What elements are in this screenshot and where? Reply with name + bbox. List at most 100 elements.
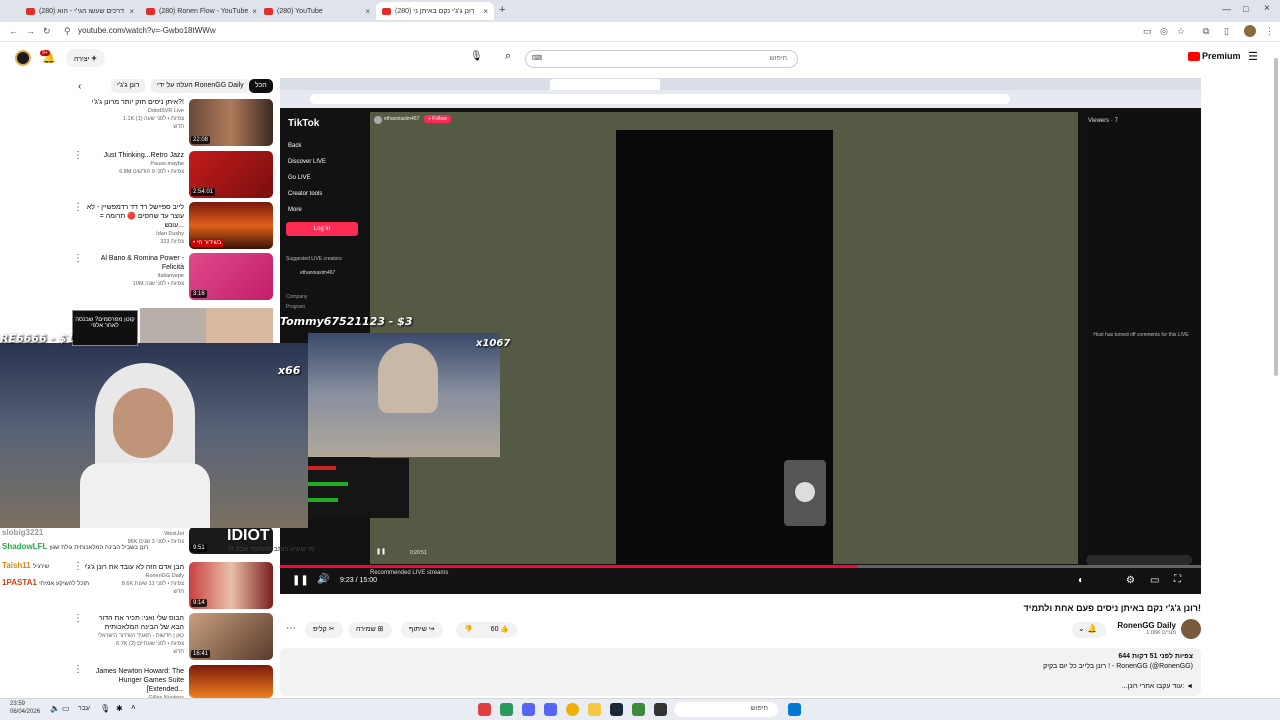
reload-icon[interactable]: ↻ — [43, 26, 51, 37]
youtube-logo-icon[interactable] — [1188, 52, 1200, 61]
app-icon[interactable] — [478, 703, 491, 716]
search-input[interactable]: חיפוש — [525, 50, 798, 68]
fullscreen-icon[interactable]: ⛶ — [1174, 574, 1181, 585]
save-button[interactable]: שמירה ⊞ — [348, 622, 392, 638]
close-tab-icon[interactable]: × — [129, 7, 134, 16]
browser-tab-3[interactable]: (280) YouTube × — [258, 2, 376, 20]
cast-icon[interactable]: ▭ — [1143, 26, 1152, 37]
extensions-icon[interactable]: ⧉ — [1203, 26, 1209, 37]
app-icon[interactable] — [632, 703, 645, 716]
tiktok-nav-discover[interactable]: Discover LIVE — [288, 154, 326, 170]
video-thumbnail[interactable]: 22:08 — [189, 99, 273, 146]
channel-info[interactable]: RonenGG Daily 1.06K מנויים — [1110, 621, 1176, 636]
tiktok-nav-back[interactable]: Back — [288, 138, 326, 154]
language-indicator[interactable]: עבר — [78, 705, 90, 712]
window-close-icon[interactable]: × — [1264, 3, 1270, 14]
chip-all[interactable]: הכל — [249, 79, 273, 93]
like-dislike-button[interactable]: 👎 60 👍 — [456, 622, 518, 638]
app-icon[interactable] — [654, 703, 667, 716]
profile-avatar[interactable] — [1244, 25, 1256, 37]
volume-tray-icon[interactable]: 🔈 — [50, 704, 60, 713]
subscribe-bell-button[interactable]: ⌄ 🔔 — [1072, 622, 1106, 638]
channel-avatar[interactable] — [1181, 619, 1201, 639]
video-thumbnail[interactable]: 2:54:01 — [189, 151, 273, 198]
file-explorer-icon[interactable] — [588, 703, 601, 716]
chrome-menu-icon[interactable]: ⋮ — [1265, 26, 1274, 37]
bluetooth-tray-icon[interactable]: ✱ — [116, 704, 123, 713]
discord-icon[interactable] — [544, 703, 557, 716]
eye-off-icon[interactable]: ◎ — [1160, 26, 1168, 37]
footer-link-company[interactable]: Company — [286, 294, 307, 300]
premium-label[interactable]: Premium — [1202, 51, 1241, 61]
close-tab-icon[interactable]: × — [365, 7, 370, 16]
more-options-icon[interactable]: ⋯ — [286, 623, 296, 634]
video-thumbnail[interactable]: 3:16 — [189, 253, 273, 300]
like-icon[interactable]: 👍 — [500, 626, 509, 633]
windows-start-icon[interactable] — [788, 703, 801, 716]
chip-uploaded-by[interactable]: העלה על ידי RonenGG Daily — [151, 79, 250, 93]
chrome-icon[interactable] — [566, 703, 579, 716]
sidebar-icon[interactable]: ▯ — [1224, 26, 1229, 37]
account-avatar[interactable] — [15, 50, 31, 66]
url-field[interactable]: youtube.com/watch?v=-Gwbo18tWWw — [78, 26, 216, 35]
browser-tab-active[interactable]: (280) רונן ג'ג'י נקם באיתן ני × — [376, 2, 494, 20]
video-thumbnail[interactable] — [140, 308, 206, 344]
volume-icon[interactable]: 🔊 — [317, 574, 329, 585]
new-tab-button[interactable]: + — [499, 4, 505, 16]
keyboard-icon[interactable]: ⌨ — [532, 54, 542, 62]
sidebar-video-4[interactable]: Al Bano & Romina Power - Felicità Italia… — [84, 254, 184, 288]
suggested-creator[interactable]: ethanniaslm467 — [300, 270, 335, 276]
progress-track[interactable] — [280, 565, 1201, 568]
more-actions-icon[interactable]: ⋮ — [73, 253, 83, 264]
discord-icon[interactable] — [522, 703, 535, 716]
more-actions-icon[interactable]: ⋮ — [73, 150, 83, 161]
video-thumbnail[interactable] — [206, 308, 273, 344]
sidebar-video-1[interactable]: איתן ניסים חזק יותר מרונן ג'ג'י?! OdedSV… — [84, 98, 184, 131]
tiktok-nav-golive[interactable]: Go LIVE — [288, 170, 326, 186]
clock[interactable]: 23:59 06/04/2026 — [10, 700, 40, 716]
follow-button[interactable]: + Follow — [424, 115, 451, 123]
browser-tab-1[interactable]: (280) דרכים שעשו הגי'י - הוא × — [20, 2, 140, 20]
chips-prev-icon[interactable]: ‹ — [78, 81, 81, 92]
chip-ronen[interactable]: רונן ג'ג'י — [111, 79, 146, 93]
video-player[interactable]: TikTok Back Discover LIVE Go LIVE Creato… — [280, 78, 1201, 594]
maximize-icon[interactable]: □ — [1243, 4, 1248, 14]
mic-tray-icon[interactable]: 🎙 — [100, 704, 110, 713]
video-thumbnail[interactable]: 16:41 — [189, 613, 273, 660]
bookmark-star-icon[interactable]: ☆ — [1177, 26, 1185, 37]
video-thumbnail[interactable] — [189, 665, 273, 698]
site-info-icon[interactable]: ⚲ — [64, 26, 71, 37]
settings-gear-icon[interactable]: ⚙ — [1126, 575, 1135, 586]
footer-link-program[interactable]: Program — [286, 304, 305, 310]
back-icon[interactable]: ← — [9, 26, 18, 36]
voice-search-icon[interactable]: 🎙 — [470, 51, 483, 62]
tray-overflow-icon[interactable]: ˄ — [131, 703, 136, 712]
more-actions-icon[interactable]: ⋮ — [73, 664, 83, 675]
tiktok-nav-more[interactable]: More — [288, 202, 326, 218]
clip-button[interactable]: קליפ ✂ — [305, 622, 343, 638]
whatsapp-icon[interactable] — [500, 703, 513, 716]
create-button[interactable]: יצירה + — [66, 49, 105, 67]
taskbar-search[interactable]: חיפוש — [674, 702, 778, 717]
comment-box[interactable] — [1086, 555, 1192, 565]
close-tab-icon[interactable]: × — [483, 7, 488, 16]
sidebar-video-2[interactable]: Just Thinking...Retro Jazz Pause.maybe 6… — [84, 151, 184, 176]
steam-icon[interactable] — [610, 703, 623, 716]
tiktok-login-button[interactable]: Log in — [286, 222, 358, 236]
forward-icon[interactable]: → — [26, 26, 35, 36]
page-scrollbar[interactable] — [1274, 58, 1278, 376]
description-box[interactable]: 644 צפיות לפני 51 דקות רונן בלייב כל יום… — [280, 648, 1201, 696]
video-thumbnail[interactable]: • בשידור חי — [189, 202, 273, 249]
browser-tab-2[interactable]: (280) Ronen Flow - YouTube × — [140, 2, 258, 20]
network-tray-icon[interactable]: ▭ — [62, 704, 70, 713]
autoplay-toggle-icon[interactable]: ◐ — [1078, 575, 1084, 586]
theater-mode-icon[interactable]: ▭ — [1150, 575, 1159, 586]
sidebar-video-3[interactable]: לייב ספיישל רד דד רדמפשיין - לא עוצר עד … — [84, 203, 184, 246]
dislike-icon[interactable]: 👎 — [464, 626, 473, 633]
more-actions-icon[interactable]: ⋮ — [73, 613, 83, 624]
more-actions-icon[interactable]: ⋮ — [73, 202, 83, 213]
share-button[interactable]: שיתוף ↪ — [401, 622, 443, 638]
sidebar-video-8[interactable]: James Newton Howard: The Hunger Games Su… — [84, 667, 184, 702]
search-icon[interactable]: ⌕ — [505, 50, 511, 63]
tiktok-nav-creator-tools[interactable]: Creator tools — [288, 186, 326, 202]
